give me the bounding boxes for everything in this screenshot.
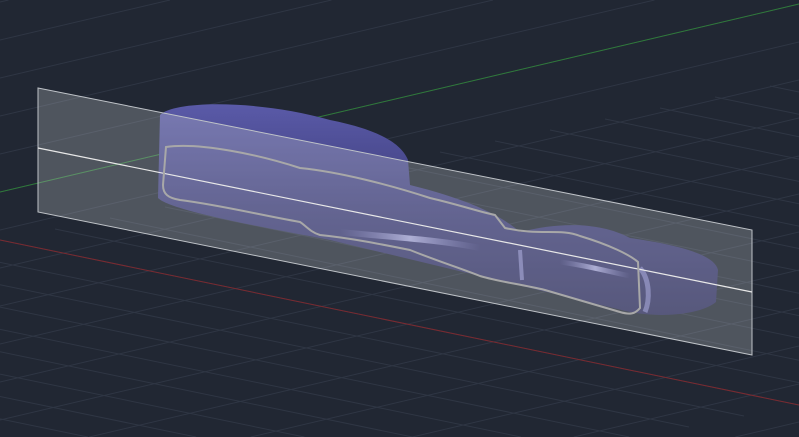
grid-line [769, 85, 799, 93]
grid-line [0, 351, 413, 437]
grid-line [0, 0, 171, 41]
grid-line [0, 0, 9, 3]
grid-line [714, 96, 799, 115]
3d-model-viewport[interactable] [0, 0, 799, 437]
grid-line [0, 328, 522, 437]
grid-line [549, 129, 799, 182]
grid-line [0, 0, 332, 79]
grid-line [0, 306, 630, 437]
grid-line [0, 396, 197, 437]
grid-line [0, 418, 88, 437]
viewport-canvas[interactable] [0, 0, 799, 437]
grid-line [659, 107, 799, 138]
grid-line [735, 421, 799, 437]
